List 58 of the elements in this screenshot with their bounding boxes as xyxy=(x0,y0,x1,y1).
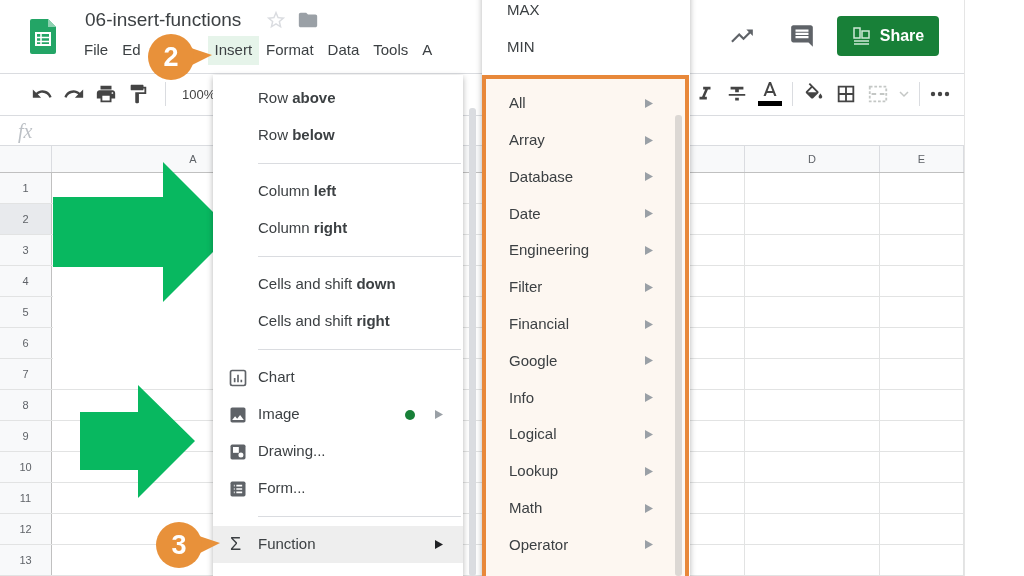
menu-item[interactable]: Math xyxy=(486,489,685,527)
row-header[interactable]: 13 xyxy=(0,545,52,575)
menu-item[interactable]: Lookup xyxy=(486,452,685,490)
row-header[interactable]: 7 xyxy=(0,359,52,389)
menu-item[interactable]: Filter xyxy=(486,269,685,306)
row-header[interactable]: 11 xyxy=(0,483,52,513)
row-header[interactable]: 9 xyxy=(0,421,52,451)
menu-item[interactable]: All xyxy=(486,85,685,122)
row-header[interactable]: 8 xyxy=(0,390,52,420)
chart-icon xyxy=(228,367,248,388)
menu-item[interactable]: MAX xyxy=(482,0,690,29)
menu-item[interactable]: Drawing... xyxy=(213,433,463,470)
menu-item[interactable]: Format xyxy=(259,36,321,65)
menu-item[interactable]: Insert xyxy=(207,36,260,65)
document-title[interactable]: 06-insert-functions xyxy=(85,8,242,33)
menu-item[interactable]: Cells and shift right xyxy=(213,303,463,340)
row-header[interactable]: 2 xyxy=(0,204,52,234)
sheets-logo-icon[interactable] xyxy=(30,18,56,54)
menu-item[interactable]: Tools xyxy=(366,36,416,65)
more-icon[interactable] xyxy=(930,91,950,98)
column-header[interactable]: D xyxy=(745,146,880,172)
menu-item[interactable]: Image xyxy=(213,396,463,433)
menu-item[interactable]: Σ Function xyxy=(213,526,463,563)
row-header[interactable]: 5 xyxy=(0,297,52,327)
text-color-icon[interactable] xyxy=(758,81,782,108)
row-header[interactable]: 1 xyxy=(0,173,52,203)
menu-item[interactable]: Column left xyxy=(213,173,463,210)
menu-item[interactable]: A xyxy=(415,36,440,65)
menu-item[interactable]: Cells and shift down xyxy=(213,266,463,303)
spreadsheet-icon xyxy=(851,26,872,47)
share-button[interactable]: Share xyxy=(837,16,939,57)
menu-item[interactable]: Info xyxy=(486,379,685,417)
menu-item[interactable]: Chart xyxy=(213,359,463,396)
scrollbar[interactable] xyxy=(675,115,682,576)
column-header[interactable]: E xyxy=(880,146,964,172)
menu-item[interactable]: Data xyxy=(320,36,367,65)
row-header[interactable]: 3 xyxy=(0,235,52,265)
menu-item[interactable]: Row above xyxy=(213,80,463,117)
menu-item[interactable]: Form... xyxy=(213,470,463,507)
menu-item[interactable]: Column right xyxy=(213,210,463,247)
scrollbar[interactable] xyxy=(469,108,476,576)
row-header[interactable]: 4 xyxy=(0,266,52,296)
row-header[interactable]: 10 xyxy=(0,452,52,482)
menu-item[interactable]: Ed xyxy=(115,36,148,65)
menu-item[interactable]: MIN xyxy=(482,29,690,66)
formula-label: fx xyxy=(18,118,33,145)
menu-item[interactable]: File xyxy=(77,36,116,65)
menu-item[interactable]: Operator xyxy=(486,526,685,564)
menu-item[interactable]: Engineering xyxy=(486,232,685,269)
menu-item[interactable]: Google xyxy=(486,342,685,380)
menu-item[interactable]: Array xyxy=(486,121,685,159)
row-header[interactable]: 12 xyxy=(0,514,52,544)
sigma-icon: Σ xyxy=(230,531,242,558)
menu-item[interactable]: Database xyxy=(486,158,685,196)
menu-item[interactable]: Financial xyxy=(486,305,685,343)
menu-item[interactable]: Date xyxy=(486,195,685,233)
menu-item[interactable]: Logical xyxy=(486,416,685,453)
row-header[interactable]: 6 xyxy=(0,328,52,358)
